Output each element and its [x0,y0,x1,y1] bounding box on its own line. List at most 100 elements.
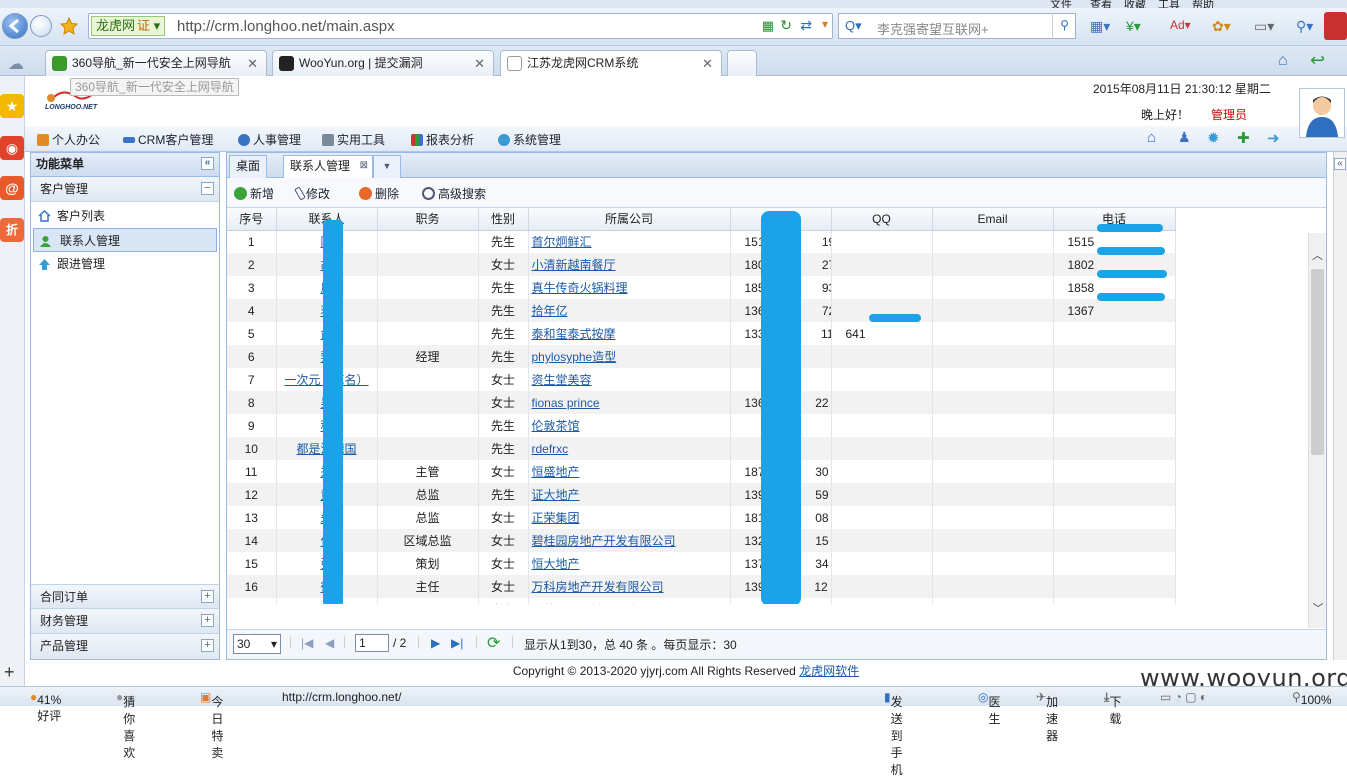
toolbar-grid-icon[interactable]: ▦▾ [1090,18,1110,35]
status-accelerator[interactable]: ✈ 加速器 [1036,690,1058,743]
company-link[interactable]: 万科房地产开发有限公司 [532,580,664,594]
toolbar-find-icon[interactable]: ⚲▾ [1296,18,1313,35]
refresh-icon[interactable]: ⟳ [487,633,500,653]
compat-icon[interactable]: ⇄ [800,17,812,34]
status-rating[interactable]: ● 41%好评 [30,690,61,723]
company-link[interactable]: 正荣集团 [532,511,580,525]
forward-button[interactable] [30,15,52,37]
company-link[interactable]: 恒盛地产 [532,465,580,479]
browser-tab-crm[interactable]: 江苏龙虎网CRM系统 ✕ [500,50,722,76]
sidebar-section-finance[interactable]: 财务管理 + [31,609,219,634]
search-icon[interactable]: ⚲ [1052,13,1076,39]
dropdown-icon[interactable]: ▾ [822,17,828,31]
company-link[interactable]: phylosyphe造型 [532,350,617,364]
last-page-icon[interactable]: ▶| [451,636,463,650]
close-tab-icon[interactable]: ✕ [702,51,713,76]
browser-tab-wooyun[interactable]: WooYun.org | 提交漏洞 ✕ [272,50,494,76]
scroll-up-icon[interactable]: ︿ [1309,247,1326,263]
column-header[interactable]: Email [932,208,1054,231]
table-row[interactable]: 15张策划女士恒大地产137734 [227,552,1176,575]
cloud-icon[interactable]: ☁ [8,54,24,74]
tab-desktop[interactable]: 桌面 [229,155,268,178]
back-button[interactable] [2,13,28,39]
column-header[interactable]: 职务 [377,208,479,231]
nav-personal-office[interactable]: 个人办公 [37,131,100,148]
table-row[interactable]: 11郑主管女士恒盛地产187930 [227,460,1176,483]
status-icons[interactable]: ▭ ◔ ▢ ◐ [1160,690,1207,704]
favorite-star-icon[interactable] [60,17,78,35]
footer-link[interactable]: 龙虎网软件 [799,664,859,678]
status-sale[interactable]: ▣ 今日特卖 [200,690,223,760]
search-box[interactable]: Q▾ 李克强寄望互联网+ [838,13,1076,39]
plus-icon[interactable]: + [201,614,214,627]
edit-button[interactable]: 修改 [294,185,330,202]
status-recommend[interactable]: ● 猜你喜欢 [116,690,135,760]
menu-file[interactable]: 文件 [1050,0,1072,8]
star-icon[interactable]: ★ [0,94,24,118]
home-icon[interactable]: ⌂ [1278,52,1288,70]
refresh-icon[interactable]: ↻ [780,17,792,34]
tab-contacts[interactable]: 联系人管理 ⊠ [283,155,374,178]
table-row[interactable]: 1陈先生首尔炯鲜汇15150191515 [227,230,1176,253]
column-header[interactable]: 序号 [227,208,277,231]
plugin-icon[interactable]: ✚ [1237,129,1250,147]
browser-tab-360[interactable]: 360导航_新一代安全上网导航 ✕ [45,50,267,76]
menu-favorites[interactable]: 收藏 [1124,0,1146,8]
nav-hr[interactable]: 人事管理 [238,131,301,148]
table-row[interactable]: 6黎经理先生phylosyphe造型 [227,345,1176,368]
table-row[interactable]: 7一次元（艺名）女士资生堂美容 [227,368,1176,391]
page-size-select[interactable]: 30 ▾ [233,634,281,654]
sidebar-section-products[interactable]: 产品管理 + [31,634,219,659]
tab-menu-dropdown[interactable]: ▼ [373,155,401,178]
nav-tools[interactable]: 实用工具 [322,131,385,148]
plus-icon[interactable]: + [201,590,214,603]
company-link[interactable]: 证大地产 [532,488,580,502]
home-icon[interactable]: ⌂ [1147,129,1156,146]
table-row[interactable]: 12童总监先生证大地产139059 [227,483,1176,506]
toolbar-gift-icon[interactable]: ✿▾ [1212,18,1231,35]
add-button[interactable]: 新增 [234,185,274,202]
mail-icon[interactable]: @ [0,176,24,200]
menu-tools[interactable]: 工具 [1158,0,1180,8]
column-header[interactable]: QQ [831,208,933,231]
sidebar-section-contracts[interactable]: 合同订单 + [31,584,219,609]
table-row[interactable]: 17许经理女士江苏保利房地产开发有限公司186588 [227,598,1176,604]
nav-system[interactable]: 系统管理 [498,131,561,148]
undo-arrow-icon[interactable]: ↩ [1310,50,1325,71]
search-engine-icon[interactable]: Q▾ [845,18,862,34]
company-link[interactable]: 小清新越南餐厅 [532,258,616,272]
new-tab-button[interactable] [727,50,757,76]
table-row[interactable]: 2胡女士小清新越南餐厅18020271802 [227,253,1176,276]
column-header[interactable]: 性别 [478,208,529,231]
logout-arrow-icon[interactable]: ➜ [1267,129,1280,147]
add-icon[interactable]: + [4,662,15,683]
table-row[interactable]: 13朱总监女士正荣集团181008 [227,506,1176,529]
account-icon[interactable] [1324,12,1347,40]
toolbar-window-icon[interactable]: ▭▾ [1254,18,1274,35]
sidebar-section-customer[interactable]: 客户管理 − [31,177,219,202]
company-link[interactable]: 首尔炯鲜汇 [532,235,592,249]
status-send-phone[interactable]: ▮ 发送到手机 [884,690,903,777]
collapse-right-icon[interactable]: « [1334,158,1346,170]
settings-icon[interactable]: ✹ [1207,129,1220,147]
company-link[interactable]: 资生堂美容 [532,373,592,387]
scroll-thumb[interactable] [1311,269,1324,455]
delete-button[interactable]: 删除 [359,185,399,202]
grid-scrollbar[interactable]: ︿ ﹀ [1308,233,1326,628]
nav-reports[interactable]: 报表分析 [411,131,474,148]
nav-crm[interactable]: CRM客户管理 [123,131,213,148]
user-icon[interactable]: ♟ [1178,129,1191,146]
table-row[interactable]: 10都是法德国先生rdefrxc [227,437,1176,460]
toolbar-pdf-icon[interactable]: Ad▾ [1170,18,1191,32]
zoom-level[interactable]: ⚲ 100% [1292,690,1332,707]
company-link[interactable]: 泰和玺泰式按摩 [532,327,616,341]
avatar[interactable] [1299,88,1345,138]
qr-icon[interactable]: ▦ [762,18,774,34]
table-row[interactable]: 16徐主任女士万科房地产开发有限公司139112 [227,575,1176,598]
close-tab-icon[interactable]: ✕ [247,51,258,76]
advanced-search-button[interactable]: 高级搜索 [422,185,486,202]
scroll-down-icon[interactable]: ﹀ [1309,600,1327,616]
company-link[interactable]: 拾年亿 [532,304,568,318]
weibo-icon[interactable]: ◉ [0,136,24,160]
sidebar-item-followup[interactable]: 跟进管理 [31,252,219,276]
